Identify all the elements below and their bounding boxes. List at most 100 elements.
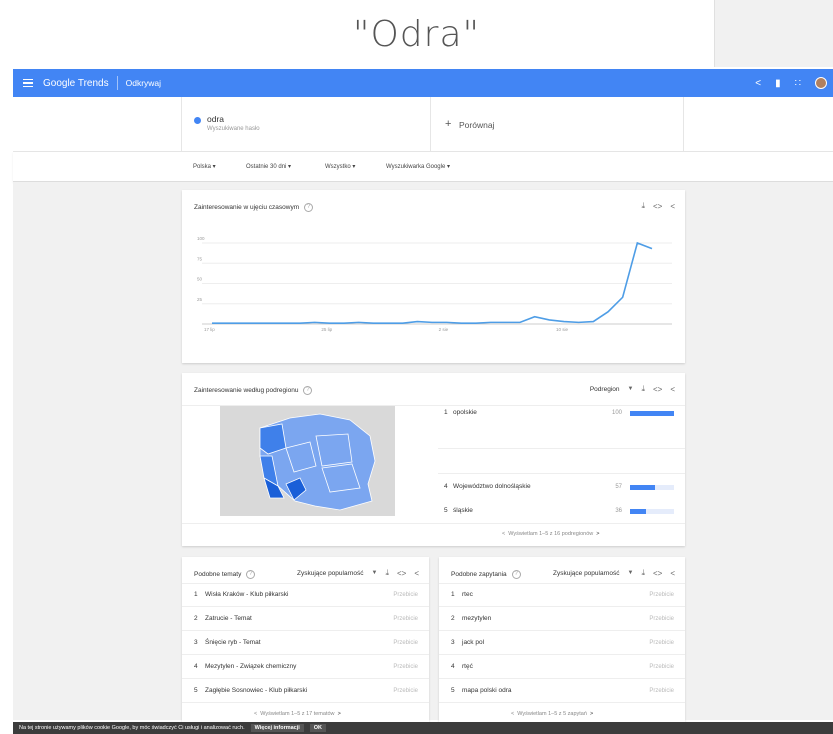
embed-icon[interactable]: <> [653, 202, 662, 211]
region-name: Województwo dolnośląskie [453, 483, 531, 490]
embed-icon[interactable]: <> [653, 569, 662, 578]
chevron-right-icon[interactable]: > [338, 711, 341, 717]
help-icon[interactable]: ? [304, 203, 314, 212]
compare-button[interactable]: + Porównaj [431, 97, 684, 152]
x-tick-label: 2 sie [439, 327, 449, 332]
metric-select[interactable]: Zyskujące popularność [553, 570, 619, 577]
pagination: < Wyświetlam 1–5 z 16 podregionów > [502, 531, 600, 537]
region-filter[interactable]: Polska ▾ [193, 163, 216, 170]
resolution-select[interactable]: Podregion [590, 386, 620, 393]
card-tools: ⤓ <> < [641, 201, 675, 211]
card-tools: Zyskujące popularność ▼ ⤓ <> < [553, 568, 675, 578]
download-icon[interactable]: ⤓ [641, 568, 645, 578]
table-row[interactable]: 3 jack pol Przebicie [439, 631, 685, 655]
table-row[interactable]: 3 Śnięcie ryb - Temat Przebicie [182, 631, 429, 655]
rank: 4 [444, 483, 448, 490]
corner-panel [714, 0, 833, 67]
compare-label: Porównaj [459, 120, 495, 130]
share-icon[interactable]: < [670, 202, 675, 211]
zachodniopomorskie-region[interactable] [259, 423, 287, 455]
table-row[interactable]: 4 rtęć Przebicie [439, 655, 685, 679]
table-row[interactable]: 2 mezytylen Przebicie [439, 607, 685, 631]
chevron-down-icon[interactable]: ▼ [627, 570, 633, 576]
region-row[interactable]: 5 śląskie [444, 507, 473, 514]
chevron-down-icon[interactable]: ▼ [627, 386, 633, 392]
region-row[interactable]: 1 opolskie [444, 409, 477, 416]
table-row[interactable]: 1 rtec Przebicie [439, 583, 685, 607]
chevron-left-icon[interactable]: < [502, 531, 505, 537]
slide-title: "Odra" [352, 14, 481, 55]
cookie-banner: Na tej stronie używamy plików cookie Goo… [13, 722, 833, 734]
app-logo[interactable]: Google Trends [43, 78, 109, 89]
query-name: jack pol [462, 639, 485, 646]
download-icon[interactable]: ⤓ [385, 568, 389, 578]
pager-text: Wyświetlam 1–5 z 16 podregionów [508, 531, 594, 537]
more-info-button[interactable]: Więcej informacji [250, 724, 304, 732]
y-tick-label: 75 [197, 256, 203, 261]
period-filter[interactable]: Ostatnie 30 dni ▾ [246, 163, 291, 170]
divider [116, 76, 118, 90]
share-icon[interactable]: < [670, 569, 675, 578]
help-icon[interactable]: ? [246, 570, 256, 579]
share-icon[interactable]: < [670, 385, 675, 394]
table-row[interactable]: 4 Mezytylen - Związek chemiczny Przebicie [182, 655, 429, 679]
help-icon[interactable]: ? [511, 570, 521, 579]
embed-icon[interactable]: <> [653, 385, 662, 394]
rank: 5 [451, 687, 455, 694]
value-bar [630, 411, 674, 416]
region-row[interactable]: 4 Województwo dolnośląskie [444, 483, 531, 490]
apps-grid-icon[interactable]: ∷ [795, 78, 801, 89]
rank: 2 [451, 615, 455, 622]
card-title-text: Podobne zapytania [451, 571, 507, 579]
pagination: < Wyświetlam 1–5 z 5 zapytań > [511, 711, 593, 717]
divider [182, 523, 685, 524]
region-value: 36 [615, 508, 622, 514]
related-queries-card: Podobne zapytania? Zyskujące popularność… [439, 557, 685, 722]
x-tick-label: 10 sie [556, 327, 569, 332]
chevron-left-icon[interactable]: < [254, 711, 257, 717]
line-chart: 100 75 50 25 17 lip 25 lip 2 sie 10 sie [197, 236, 672, 332]
metric-select[interactable]: Zyskujące popularność [297, 570, 363, 577]
card-title: Podobne zapytania? [451, 570, 521, 579]
breakout-badge: Przebicie [649, 592, 674, 598]
rank: 3 [194, 639, 198, 646]
rank: 1 [444, 409, 448, 416]
avatar[interactable] [815, 77, 827, 89]
search-term-card[interactable]: odra Wyszukiwane hasło [181, 97, 431, 152]
breakout-badge: Przebicie [649, 616, 674, 622]
chevron-left-icon[interactable]: < [511, 711, 514, 717]
breakout-badge: Przebicie [393, 664, 418, 670]
pagination: < Wyświetlam 1–5 z 17 tematów > [254, 711, 341, 717]
menu-icon[interactable] [23, 78, 33, 88]
table-row[interactable]: 1 Wisła Kraków - Klub piłkarski Przebicie [182, 583, 429, 607]
mazowieckie-region[interactable] [315, 433, 353, 467]
category-filter[interactable]: Wszystko ▾ [325, 163, 355, 170]
share-icon[interactable]: < [414, 569, 419, 578]
ok-button[interactable]: OK [309, 724, 327, 732]
source-filter[interactable]: Wyszukiwarka Google ▾ [386, 163, 450, 170]
chevron-down-icon[interactable]: ▼ [371, 570, 377, 576]
rank: 5 [444, 507, 448, 514]
embed-icon[interactable]: <> [397, 569, 406, 578]
table-row[interactable]: 5 mapa polski odra Przebicie [439, 679, 685, 703]
breakout-badge: Przebicie [393, 640, 418, 646]
help-icon[interactable]: ? [303, 386, 313, 395]
table-row[interactable]: 5 Zagłębie Sosnowiec - Klub piłkarski Prze… [182, 679, 429, 703]
chevron-right-icon[interactable]: > [590, 711, 593, 717]
topic-name: Zagłębie Sosnowiec - Klub piłkarski [205, 687, 308, 694]
section-title: Odkrywaj [125, 78, 162, 88]
region-value: 57 [615, 484, 622, 490]
card-title-text: Podobne tematy [194, 571, 242, 579]
download-icon[interactable]: ⤓ [641, 384, 645, 394]
query-name: mezytylen [462, 615, 492, 622]
query-name: rtęć [462, 663, 473, 670]
term-name: odra [207, 114, 225, 124]
download-icon[interactable]: ⤓ [641, 201, 645, 211]
table-row[interactable]: 2 Zatrucie - Temat Przebicie [182, 607, 429, 631]
share-icon[interactable]: < [755, 78, 761, 89]
y-tick-label: 100 [197, 236, 205, 241]
feedback-icon[interactable]: ▮ [775, 78, 781, 89]
topic-name: Wisła Kraków - Klub piłkarski [205, 591, 289, 598]
plus-icon: + [445, 118, 452, 130]
chevron-right-icon[interactable]: > [596, 531, 599, 537]
